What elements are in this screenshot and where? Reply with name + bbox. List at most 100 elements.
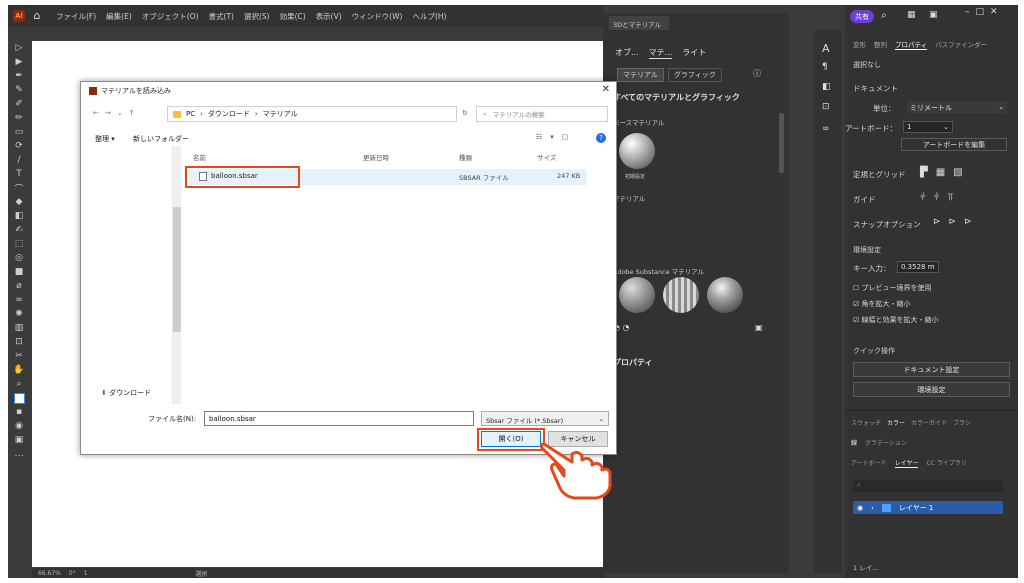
menu-help[interactable]: ヘルプ(H)	[407, 11, 451, 22]
subtab-light[interactable]: ライト	[682, 47, 706, 59]
more-tools-icon[interactable]: …	[8, 447, 30, 461]
tab-color-guide[interactable]: カラーガイド	[911, 418, 947, 427]
substance-swatch-2[interactable]	[663, 277, 699, 313]
shape-builder-tool-icon[interactable]: ◎	[8, 251, 30, 265]
tab-3d-materials[interactable]: 3Dとマテリアル	[609, 16, 669, 30]
visibility-icon[interactable]: ◉	[857, 504, 863, 512]
type-tool-icon[interactable]: T	[8, 167, 30, 181]
menu-edit[interactable]: 編集(E)	[101, 11, 137, 22]
tab-layers[interactable]: レイヤー	[894, 458, 919, 468]
materials-button[interactable]: マテリアル	[617, 68, 664, 82]
menu-effect[interactable]: 効果(C)	[275, 11, 311, 22]
search-field[interactable]: ⌕ マテリアルの検索	[476, 106, 608, 122]
artboard-select[interactable]: 1 ⌄	[903, 121, 953, 133]
menu-window[interactable]: ウィンドウ(W)	[347, 11, 408, 22]
section-base-material[interactable]: ベースマテリアル	[613, 117, 664, 127]
menu-file[interactable]: ファイル(F)	[51, 11, 101, 22]
curvature-tool-icon[interactable]: ✎	[8, 83, 30, 97]
zoom-level[interactable]: 66.67%	[38, 570, 61, 577]
subtab-materials[interactable]: マテ...	[648, 47, 673, 59]
arrange-icon[interactable]: ▣	[929, 10, 938, 20]
page-number[interactable]: 1	[84, 570, 88, 577]
section-adobe-substance[interactable]: Adobe Substance マテリアル	[613, 266, 704, 276]
panel-menu-icon[interactable]: ▣	[755, 323, 763, 332]
layers-stack-icon[interactable]: ◧	[822, 82, 831, 92]
nav-scroll-thumb[interactable]	[173, 207, 181, 332]
view-options-icons[interactable]: ☷▾▢	[536, 133, 576, 141]
selection-tool-icon[interactable]: ▷	[8, 41, 30, 55]
preview-bounds-checkbox[interactable]: ☐ プレビュー境界を使用	[853, 283, 932, 293]
help-icon[interactable]: ?	[596, 133, 606, 143]
substance-swatch-3[interactable]	[707, 277, 743, 313]
nav-arrows[interactable]: ←→⌄↑	[93, 109, 140, 117]
rotation-value[interactable]: 0°	[69, 570, 76, 577]
tab-color[interactable]: カラー	[887, 418, 905, 427]
eraser-tool-icon[interactable]: ◆	[8, 195, 30, 209]
layer-search-input[interactable]: ⌕	[853, 480, 1003, 492]
character-icon[interactable]: A	[822, 42, 830, 55]
address-bar[interactable]: PC › ダウンロード › マテリアル	[167, 106, 457, 122]
rotate-tool-icon[interactable]: ⟳	[8, 139, 30, 153]
menu-object[interactable]: オブジェクト(O)	[137, 11, 204, 22]
share-button[interactable]: 共有	[850, 10, 874, 23]
hand-tool-icon[interactable]: ✋	[8, 363, 30, 377]
layer-name[interactable]: レイヤー 1	[899, 503, 933, 513]
units-dropdown[interactable]: ミリメートル ⌄	[907, 101, 1007, 113]
gradient-tool-icon[interactable]: ■	[8, 265, 30, 279]
artboard-tool-icon[interactable]: ⊡	[8, 335, 30, 349]
key-input-field[interactable]: 0.3528 m	[897, 261, 939, 273]
col-modified[interactable]: 更新日時	[363, 152, 389, 162]
blend-tool-icon[interactable]: ∞	[8, 293, 30, 307]
nav-downloads[interactable]: ⬇ ダウンロード	[101, 388, 151, 398]
window-controls[interactable]: –□✕	[965, 7, 1004, 17]
rulers-grid-icons[interactable]: ▛▦▧	[920, 167, 971, 178]
breadcrumb-downloads[interactable]: ダウンロード	[208, 109, 250, 119]
symbol-sprayer-tool-icon[interactable]: ✺	[8, 307, 30, 321]
menu-type[interactable]: 書式(T)	[204, 11, 239, 22]
preferences-button[interactable]: 環境設定	[853, 382, 1010, 397]
tab-properties[interactable]: プロパティ	[895, 39, 928, 50]
direct-selection-tool-icon[interactable]: ▶	[8, 55, 30, 69]
brush-tool-icon[interactable]: ✐	[8, 97, 30, 111]
subtab-object[interactable]: オブ...	[615, 47, 639, 59]
scale-corners-checkbox[interactable]: ☑ 角を拡大・縮小	[853, 299, 911, 309]
col-size[interactable]: サイズ	[537, 152, 556, 162]
libraries-icon[interactable]: ⊡	[822, 102, 830, 112]
screen-mode-icon[interactable]: ▣	[8, 433, 30, 447]
zoom-tool-icon[interactable]: ⌕	[8, 377, 30, 391]
snap-icons[interactable]: ⊳⊳⊳	[933, 217, 980, 227]
new-folder-button[interactable]: 新しいフォルダー	[133, 134, 189, 144]
eyedropper-tool-icon[interactable]: ⌀	[8, 279, 30, 293]
guides-icons[interactable]: ⫩⫩⫪	[920, 192, 961, 203]
tab-align[interactable]: 整列	[874, 39, 887, 50]
scale-tool-icon[interactable]: ◧	[8, 209, 30, 223]
tab-brushes[interactable]: ブラシ	[953, 418, 971, 427]
info-icon[interactable]: ⓘ	[753, 68, 761, 79]
tab-cc-libraries[interactable]: CC ライブラリ	[926, 458, 966, 468]
search-icon[interactable]: ⌕	[881, 10, 887, 21]
workspace-icon[interactable]: ▦	[907, 10, 916, 20]
arc-tool-icon[interactable]: ⌒	[8, 181, 30, 195]
menu-view[interactable]: 表示(V)	[311, 11, 347, 22]
shaper-tool-icon[interactable]: ✏	[8, 111, 30, 125]
rectangle-tool-icon[interactable]: ▭	[8, 125, 30, 139]
tab-gradient[interactable]: グラデーション	[865, 438, 907, 447]
pen-tool-icon[interactable]: ✒	[8, 69, 30, 83]
pencil-tool-icon[interactable]: /	[8, 153, 30, 167]
scale-strokes-checkbox[interactable]: ☑ 線幅と効果を拡大・縮小	[853, 315, 939, 325]
default-material-swatch[interactable]	[619, 133, 655, 169]
tab-pathfinder[interactable]: パスファインダー	[935, 39, 987, 50]
section-material[interactable]: マテリアル	[613, 193, 645, 203]
col-type[interactable]: 種類	[459, 152, 472, 162]
links-icon[interactable]: ∞	[822, 124, 830, 134]
refresh-icon[interactable]: ↻	[462, 109, 468, 117]
col-name[interactable]: 名前	[193, 152, 206, 162]
section-properties[interactable]: プロパティ	[613, 357, 653, 368]
section-all-materials[interactable]: すべてのマテリアルとグラフィック	[613, 92, 740, 103]
column-graph-tool-icon[interactable]: ▥	[8, 321, 30, 335]
edit-artboard-button[interactable]: アートボードを編集	[901, 138, 1007, 151]
document-settings-button[interactable]: ドキュメント設定	[853, 362, 1010, 377]
breadcrumb-materials[interactable]: マテリアル	[263, 109, 298, 119]
paragraph-icon[interactable]: ¶	[822, 62, 828, 72]
tab-artboards[interactable]: アートボード	[851, 458, 887, 468]
